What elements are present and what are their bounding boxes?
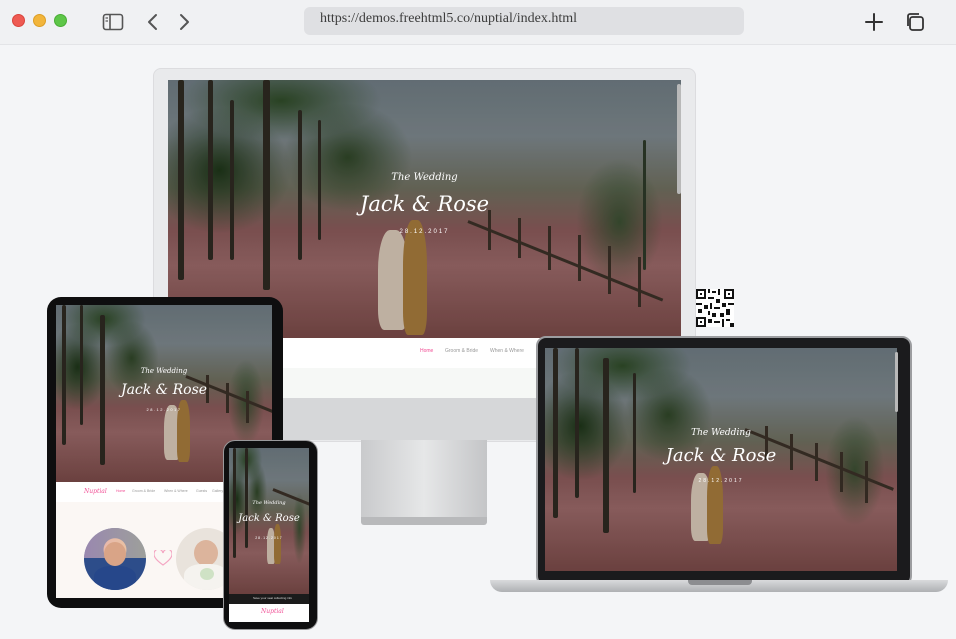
heart-icon <box>153 548 173 571</box>
desktop-hero-names: Jack & Rose <box>359 192 490 216</box>
tabs-overview-icon[interactable] <box>903 10 927 34</box>
laptop-hero-kicker: The Wedding <box>691 428 751 438</box>
laptop-notch <box>688 580 752 585</box>
qr-code-icon <box>696 289 734 327</box>
desktop-hero-kicker: The Wedding <box>391 172 458 183</box>
tablet-nav-home[interactable]: Home <box>116 489 125 493</box>
phone-notice-bar: Save your seat collecting info <box>229 594 309 604</box>
tablet-hero-date: 28.12.2017 <box>146 407 182 412</box>
forward-icon[interactable] <box>172 10 196 34</box>
phone-site-nav: Nuptial <box>229 604 309 622</box>
laptop-scrollbar[interactable] <box>895 352 898 412</box>
desktop-scrollbar[interactable] <box>677 84 681 194</box>
tablet-hero-kicker: The Wedding <box>140 367 188 375</box>
tablet-nav-when-where[interactable]: When & Where <box>164 489 188 493</box>
phone-hero-date: 28.12.2017 <box>255 536 283 540</box>
phone-notice-text: Save your seat collecting info <box>253 596 293 600</box>
maximize-window-button[interactable] <box>54 14 67 27</box>
minimize-window-button[interactable] <box>33 14 46 27</box>
desktop-nav-when-where[interactable]: When & Where <box>490 348 524 354</box>
phone-hero-image: The Wedding Jack & Rose 28.12.2017 <box>229 448 309 594</box>
laptop-hero-date: 28.12.2017 <box>698 478 744 484</box>
tablet-nav-groom-bride[interactable]: Groom & Bride <box>132 489 155 493</box>
laptop-hero-names: Jack & Rose <box>665 445 777 466</box>
sidebar-icon[interactable] <box>101 10 125 34</box>
back-icon[interactable] <box>141 10 165 34</box>
tablet-nav-gallery[interactable]: Gallery <box>212 489 223 493</box>
phone-brand[interactable]: Nuptial <box>261 608 284 615</box>
groom-avatar <box>84 528 146 590</box>
browser-toolbar: https://demos.freehtml5.co/nuptial/index… <box>0 0 956 45</box>
url-text: https://demos.freehtml5.co/nuptial/index… <box>320 11 578 26</box>
desktop-nav-home[interactable]: Home <box>420 348 433 354</box>
close-window-button[interactable] <box>12 14 25 27</box>
tablet-brand[interactable]: Nuptial <box>84 488 107 495</box>
new-tab-icon[interactable] <box>862 10 886 34</box>
phone-hero-names: Jack & Rose <box>238 513 300 524</box>
desktop-nav-groom-bride[interactable]: Groom & Bride <box>445 348 478 354</box>
tablet-hero-names: Jack & Rose <box>120 382 208 398</box>
url-bar[interactable]: https://demos.freehtml5.co/nuptial/index… <box>304 7 744 35</box>
laptop-hero-image: The Wedding Jack & Rose 28.12.2017 <box>545 348 897 571</box>
desktop-hero-date: 28.12.2017 <box>399 229 450 235</box>
phone-hero-kicker: The Wedding <box>252 500 286 506</box>
monitor-stand-base <box>361 517 487 525</box>
tablet-nav-guests[interactable]: Guests <box>196 489 207 493</box>
monitor-stand <box>361 440 487 518</box>
